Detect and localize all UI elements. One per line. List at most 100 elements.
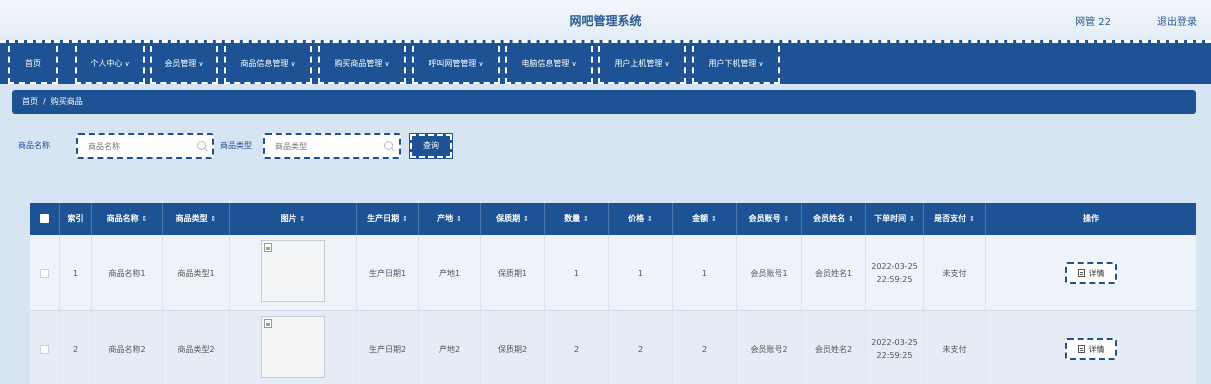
sort-icon[interactable]: ⇕ (210, 215, 216, 223)
column-header[interactable]: 生产日期 ⇕ (357, 203, 419, 235)
sort-icon[interactable]: ⇕ (711, 215, 717, 223)
detail-button[interactable]: 详情 (1065, 338, 1117, 360)
column-header[interactable]: 商品名称 ⇕ (92, 203, 163, 235)
column-header[interactable]: 金额 ⇕ (673, 203, 737, 235)
nav-item-personal-center[interactable]: 个人中心 ∨ (75, 46, 145, 84)
column-header[interactable]: 图片 ⇕ (230, 203, 357, 235)
document-icon (1077, 269, 1085, 277)
table-header: 索引 商品名称 ⇕ 商品类型 ⇕ 图片 ⇕ 生产日期 ⇕ 产地 ⇕ 保质期 ⇕ … (30, 203, 1196, 235)
product-image (261, 240, 325, 302)
column-header[interactable]: 下单时间 ⇕ (866, 203, 924, 235)
column-title: 商品类型 (175, 214, 208, 223)
top-header: 网吧管理系统 网管 22 退出登录 (0, 0, 1211, 40)
product-type-label: 商品类型 (220, 141, 252, 150)
column-header[interactable]: 产地 ⇕ (419, 203, 481, 235)
nav-label: 首页 (25, 59, 41, 68)
broken-image-icon (264, 319, 272, 328)
nav-item-purchase-management[interactable]: 购买商品管理 ∨ (318, 46, 406, 84)
nav-item-computer-info[interactable]: 电脑信息管理 ∨ (505, 46, 593, 84)
column-title: 生产日期 (367, 214, 400, 223)
sort-icon[interactable]: ⇕ (141, 215, 147, 223)
order-clock: 22:59:25 (876, 275, 913, 284)
logout-link[interactable]: 退出登录 (1157, 13, 1197, 28)
nav-item-user-login[interactable]: 用户上机管理 ∨ (598, 46, 686, 84)
detail-label: 详情 (1088, 344, 1105, 354)
sort-icon[interactable]: ⇕ (783, 215, 789, 223)
nav-item-product-info[interactable]: 商品信息管理 ∨ (224, 46, 312, 84)
chevron-down-icon: ∨ (571, 60, 577, 68)
cell-product-name: 商品名称2 (92, 311, 163, 384)
cell-product-type: 商品类型2 (163, 311, 230, 384)
nav-item-home[interactable]: 首页 (8, 46, 58, 84)
select-all-checkbox[interactable] (40, 214, 49, 223)
column-header: 操作 (986, 203, 1196, 235)
cell-production-date: 生产日期2 (357, 311, 419, 384)
column-header[interactable]: 保质期 ⇕ (481, 203, 545, 235)
nav-label: 个人中心 (90, 59, 123, 68)
product-name-input[interactable] (78, 135, 178, 157)
column-header[interactable]: 商品类型 ⇕ (163, 203, 230, 235)
product-type-field[interactable] (263, 133, 401, 159)
nav-item-call-admin[interactable]: 呼叫网管管理 ∨ (412, 46, 500, 84)
select-all-checkbox-cell[interactable] (30, 203, 60, 235)
purchase-table: 索引 商品名称 ⇕ 商品类型 ⇕ 图片 ⇕ 生产日期 ⇕ 产地 ⇕ 保质期 ⇕ … (30, 203, 1196, 384)
column-header[interactable]: 是否支付 ⇕ (924, 203, 986, 235)
table-row: 2 商品名称2 商品类型2 生产日期2 产地2 保质期2 2 2 2 会员账号2… (30, 311, 1196, 384)
product-type-input[interactable] (265, 135, 365, 157)
cell-member-account: 会员账号1 (737, 235, 802, 311)
sort-icon[interactable]: ⇕ (456, 215, 462, 223)
row-checkbox[interactable] (40, 344, 49, 354)
nav-label: 购买商品管理 (334, 59, 383, 68)
chevron-down-icon: ∨ (664, 60, 670, 68)
breadcrumb-home[interactable]: 首页 (22, 97, 38, 106)
sort-icon[interactable]: ⇕ (647, 215, 653, 223)
cell-member-account: 会员账号2 (737, 311, 802, 384)
order-date: 2022-03-25 (871, 338, 918, 347)
cell-image (230, 311, 357, 384)
sort-icon[interactable]: ⇕ (848, 215, 854, 223)
cell-price: 2 (609, 311, 673, 384)
table-row: 1 商品名称1 商品类型1 生产日期1 产地1 保质期1 1 1 1 会员账号1… (30, 235, 1196, 311)
app-title: 网吧管理系统 (569, 14, 642, 28)
query-button[interactable]: 查询 (409, 133, 453, 159)
cell-origin: 产地2 (419, 311, 481, 384)
column-header[interactable]: 数量 ⇕ (545, 203, 609, 235)
column-header[interactable]: 价格 ⇕ (609, 203, 673, 235)
cell-product-name: 商品名称1 (92, 235, 163, 311)
product-name-label: 商品名称 (18, 141, 50, 150)
order-date: 2022-03-25 (871, 262, 918, 271)
search-bar: 商品名称 商品类型 查询 (18, 133, 618, 159)
detail-label: 详情 (1088, 268, 1105, 278)
broken-image-icon (264, 243, 272, 252)
cell-amount: 1 (673, 235, 737, 311)
sort-icon[interactable]: ⇕ (583, 215, 589, 223)
nav-label: 电脑信息管理 (521, 59, 570, 68)
sort-icon[interactable]: ⇕ (909, 215, 915, 223)
cell-quantity: 2 (545, 311, 609, 384)
cell-index: 2 (60, 311, 92, 384)
column-title: 会员姓名 (813, 214, 846, 223)
sort-icon[interactable]: ⇕ (299, 215, 305, 223)
column-title: 下单时间 (874, 214, 907, 223)
column-header[interactable]: 会员账号 ⇕ (737, 203, 802, 235)
product-name-field[interactable] (76, 133, 214, 159)
chevron-down-icon: ∨ (124, 60, 130, 68)
row-checkbox[interactable] (40, 268, 49, 278)
order-clock: 22:59:25 (876, 351, 913, 360)
sort-icon[interactable]: ⇕ (402, 215, 408, 223)
breadcrumb-current: 购买商品 (50, 97, 83, 106)
nav-item-user-logout[interactable]: 用户下机管理 ∨ (692, 46, 780, 84)
cell-production-date: 生产日期1 (357, 235, 419, 311)
detail-button[interactable]: 详情 (1065, 262, 1117, 284)
sort-icon[interactable]: ⇕ (523, 215, 529, 223)
current-user: 网管 22 (1075, 17, 1111, 28)
nav-item-member-management[interactable]: 会员管理 ∨ (150, 46, 218, 84)
chevron-down-icon: ∨ (198, 60, 204, 68)
main-nav: 首页 个人中心 ∨ 会员管理 ∨ 商品信息管理 ∨ 购买商品管理 ∨ 呼叫网管管理 ∨ 电… (0, 40, 1211, 84)
nav-label: 商品信息管理 (240, 59, 289, 68)
cell-paid-status: 未支付 (924, 311, 986, 384)
cell-member-name: 会员姓名2 (802, 311, 866, 384)
cell-shelf-life: 保质期2 (481, 311, 545, 384)
column-header[interactable]: 会员姓名 ⇕ (802, 203, 866, 235)
sort-icon[interactable]: ⇕ (969, 215, 975, 223)
